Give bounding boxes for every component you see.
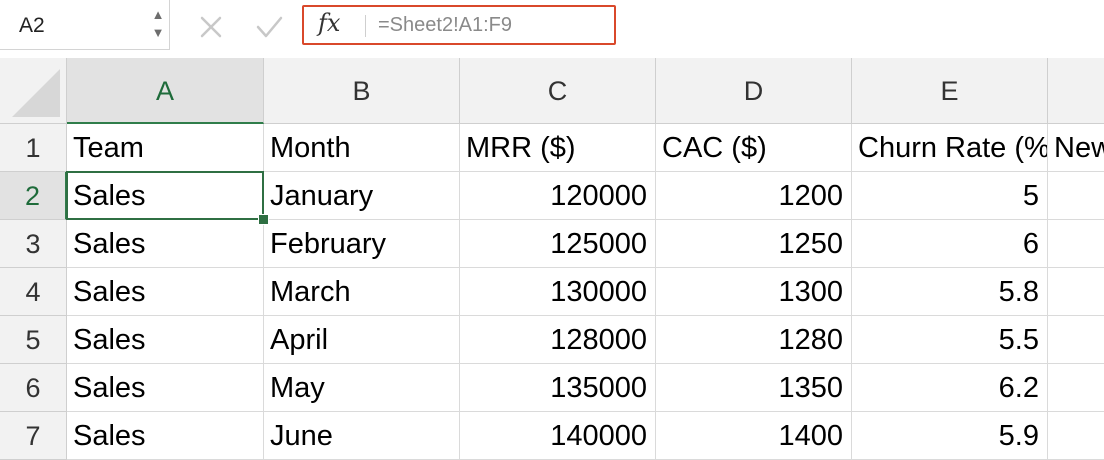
cell[interactable]: May: [264, 364, 460, 412]
cell[interactable]: CAC ($): [656, 124, 852, 172]
cell[interactable]: Month: [264, 124, 460, 172]
row-header[interactable]: 1: [0, 124, 67, 172]
row-header[interactable]: 5: [0, 316, 67, 364]
fx-icon[interactable]: fx: [318, 9, 340, 37]
cell[interactable]: January: [264, 172, 460, 220]
cell[interactable]: February: [264, 220, 460, 268]
cell[interactable]: 140000: [460, 412, 656, 460]
cell[interactable]: 5: [852, 172, 1048, 220]
cell[interactable]: 1280: [656, 316, 852, 364]
cell[interactable]: 120000: [460, 172, 656, 220]
row-header[interactable]: 3: [0, 220, 67, 268]
cell[interactable]: Sales: [67, 268, 264, 316]
cell[interactable]: 6: [852, 220, 1048, 268]
fx-divider: [365, 15, 366, 37]
cell[interactable]: 1200: [656, 172, 852, 220]
cell[interactable]: 1400: [656, 412, 852, 460]
column-header[interactable]: [1048, 58, 1104, 124]
stepper-down-icon[interactable]: ▼: [150, 24, 166, 42]
column-header[interactable]: C: [460, 58, 656, 124]
cell[interactable]: Sales: [67, 172, 264, 220]
column-header[interactable]: A: [67, 58, 264, 124]
row-header[interactable]: 6: [0, 364, 67, 412]
cell[interactable]: [1048, 268, 1104, 316]
cell[interactable]: New: [1048, 124, 1104, 172]
spreadsheet-grid: ABCDE 1234567 Team Month MRR ($) CAC ($) Chu…: [0, 58, 1104, 460]
row-header[interactable]: 4: [0, 268, 67, 316]
cell[interactable]: 1300: [656, 268, 852, 316]
name-box-value[interactable]: A2: [19, 14, 45, 38]
cell[interactable]: MRR ($): [460, 124, 656, 172]
row-header[interactable]: 7: [0, 412, 67, 460]
column-header[interactable]: E: [852, 58, 1048, 124]
cell[interactable]: Sales: [67, 364, 264, 412]
cell[interactable]: 5.9: [852, 412, 1048, 460]
cell[interactable]: [1048, 172, 1104, 220]
fill-handle[interactable]: [258, 214, 269, 225]
column-header[interactable]: D: [656, 58, 852, 124]
stepper-up-icon[interactable]: ▲: [150, 6, 166, 24]
formula-text[interactable]: =Sheet2!A1:F9: [378, 14, 512, 37]
cell[interactable]: [1048, 316, 1104, 364]
cell[interactable]: Team: [67, 124, 264, 172]
cell[interactable]: 1350: [656, 364, 852, 412]
check-icon[interactable]: [254, 12, 284, 42]
cell[interactable]: 5.8: [852, 268, 1048, 316]
cell[interactable]: [1048, 364, 1104, 412]
cell[interactable]: 130000: [460, 268, 656, 316]
formula-bar: A2 ▲ ▼ fx =Sheet2!A1:F9: [0, 0, 1104, 59]
cell[interactable]: Sales: [67, 412, 264, 460]
column-header[interactable]: B: [264, 58, 460, 124]
formula-input[interactable]: fx =Sheet2!A1:F9: [302, 5, 616, 45]
close-icon[interactable]: [196, 12, 226, 42]
cell[interactable]: 6.2: [852, 364, 1048, 412]
cell[interactable]: March: [264, 268, 460, 316]
row-header[interactable]: 2: [0, 172, 67, 220]
cell[interactable]: 1250: [656, 220, 852, 268]
cell[interactable]: [1048, 220, 1104, 268]
cell[interactable]: 125000: [460, 220, 656, 268]
cell[interactable]: 5.5: [852, 316, 1048, 364]
cell[interactable]: [1048, 412, 1104, 460]
name-box[interactable]: A2 ▲ ▼: [0, 0, 170, 50]
select-all-triangle-icon: [12, 69, 60, 117]
cell[interactable]: 135000: [460, 364, 656, 412]
name-box-stepper[interactable]: ▲ ▼: [150, 6, 166, 46]
cell[interactable]: Sales: [67, 220, 264, 268]
cell[interactable]: 128000: [460, 316, 656, 364]
cell[interactable]: April: [264, 316, 460, 364]
cell[interactable]: June: [264, 412, 460, 460]
cell[interactable]: Churn Rate (%: [852, 124, 1048, 172]
cell[interactable]: Sales: [67, 316, 264, 364]
select-all-corner[interactable]: [0, 58, 67, 124]
